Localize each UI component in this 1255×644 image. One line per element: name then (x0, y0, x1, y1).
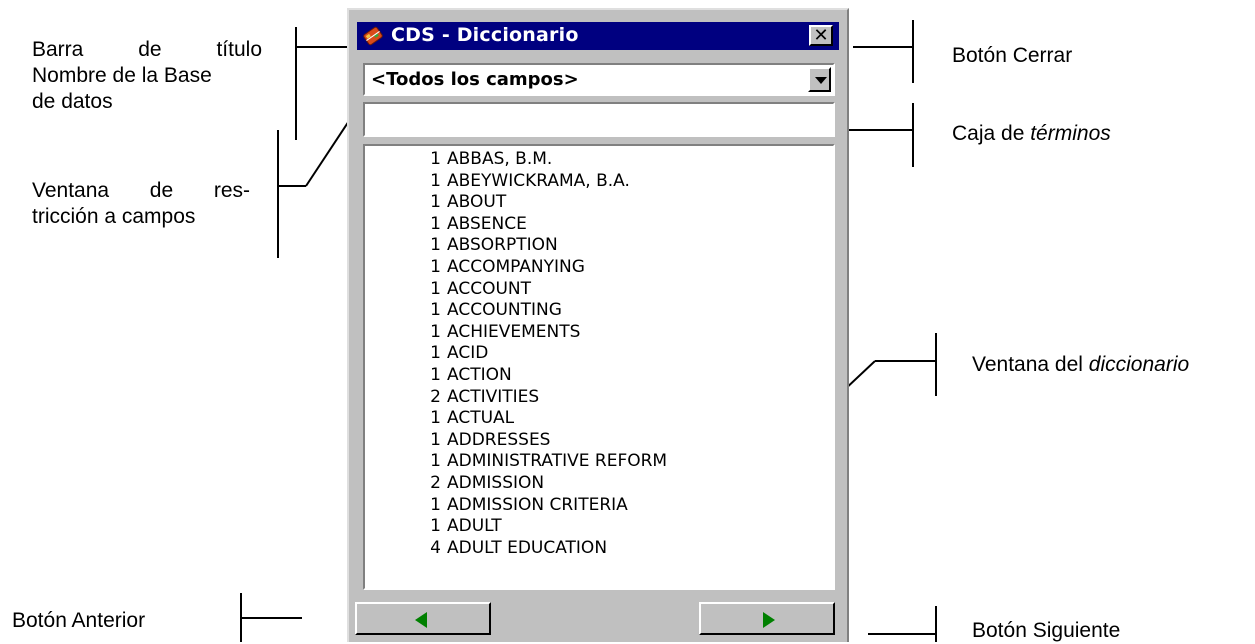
dictionary-item-term: ACCOMPANYING (447, 256, 585, 277)
dictionary-item[interactable]: 4 ADULT EDUCATION (365, 538, 833, 560)
dictionary-item-term: ABEYWICKRAMA, B.A. (447, 170, 630, 191)
dictionary-dialog: CDS - Diccionario ✕ <Todos los campos> 1… (347, 8, 849, 642)
dictionary-item-count: 4 (430, 537, 441, 558)
dictionary-item[interactable]: 1 ADMINISTRATIVE REFORM (365, 451, 833, 473)
dictionary-item-term: ADMISSION (447, 472, 545, 493)
field-select-dropdown-button[interactable] (808, 67, 831, 92)
dictionary-item[interactable]: 1 ABEYWICKRAMA, B.A. (365, 171, 833, 193)
dictionary-item-count: 2 (430, 472, 441, 493)
chevron-down-icon (815, 77, 827, 84)
dictionary-item[interactable]: 1 ADDRESSES (365, 430, 833, 452)
dictionary-item-count: 1 (430, 364, 441, 385)
dictionary-item-count: 1 (430, 451, 441, 472)
dictionary-item-count: 1 (430, 343, 441, 364)
dictionary-item-term: ABSENCE (447, 213, 527, 234)
dictionary-item[interactable]: 1 ABSORPTION (365, 235, 833, 257)
dictionary-item[interactable]: 1 ACCOUNTING (365, 300, 833, 322)
close-button[interactable]: ✕ (809, 25, 833, 46)
dictionary-item-count: 1 (430, 256, 441, 277)
dictionary-item-term: ACHIEVEMENTS (447, 321, 581, 342)
window-title: CDS - Diccionario (391, 24, 579, 46)
close-icon: ✕ (813, 25, 829, 46)
dictionary-item-term: ADMINISTRATIVE REFORM (447, 451, 668, 472)
dictionary-item[interactable]: 2 ACTIVITIES (365, 387, 833, 409)
dictionary-item[interactable]: 1 ACCOUNT (365, 279, 833, 301)
dictionary-item-term: ABSORPTION (447, 235, 558, 256)
dictionary-item-count: 1 (430, 278, 441, 299)
arrow-left-icon (415, 612, 427, 628)
dictionary-item[interactable]: 1 ADULT (365, 516, 833, 538)
dictionary-item-term: ADDRESSES (447, 429, 551, 450)
dictionary-item-term: ACCOUNT (447, 278, 531, 299)
next-button[interactable] (699, 602, 835, 635)
arrow-right-icon (763, 612, 775, 628)
title-bar[interactable]: CDS - Diccionario ✕ (357, 22, 839, 50)
dictionary-item-term: ADMISSION CRITERIA (447, 494, 628, 515)
dictionary-item[interactable]: 1 ACTION (365, 365, 833, 387)
dictionary-list[interactable]: 1 ABBAS, B.M. 1 ABEYWICKRAMA, B.A. 1 ABOUT 1 AB… (363, 144, 835, 590)
dictionary-item-count: 1 (430, 300, 441, 321)
dictionary-item-count: 1 (430, 408, 441, 429)
app-icon (363, 26, 383, 46)
terms-input[interactable] (363, 102, 835, 137)
dictionary-item-count: 1 (430, 494, 441, 515)
dictionary-item-count: 1 (430, 213, 441, 234)
dictionary-item[interactable]: 1 ABOUT (365, 192, 833, 214)
dictionary-item-count: 1 (430, 149, 441, 169)
dictionary-item-term: ABBAS, B.M. (447, 149, 553, 169)
previous-button[interactable] (355, 602, 491, 635)
dictionary-item-term: ADULT (447, 516, 502, 537)
dictionary-item[interactable]: 1 ACID (365, 343, 833, 365)
dictionary-item-term: ACCOUNTING (447, 300, 562, 321)
dictionary-item-count: 1 (430, 170, 441, 191)
dictionary-item[interactable]: 1 ADMISSION CRITERIA (365, 495, 833, 517)
dictionary-item-term: ACTUAL (447, 408, 515, 429)
dictionary-item-term: ACTION (447, 364, 512, 385)
dictionary-item-count: 1 (430, 321, 441, 342)
dictionary-item-count: 1 (430, 235, 441, 256)
dictionary-item[interactable]: 2 ADMISSION (365, 473, 833, 495)
dictionary-item[interactable]: 1 ABSENCE (365, 214, 833, 236)
dictionary-item[interactable]: 1 ABBAS, B.M. (365, 149, 833, 171)
dictionary-items: 1 ABBAS, B.M. 1 ABEYWICKRAMA, B.A. 1 ABOUT 1 AB… (365, 146, 833, 559)
dictionary-item[interactable]: 1 ACCOMPANYING (365, 257, 833, 279)
dictionary-item-count: 1 (430, 429, 441, 450)
dictionary-item[interactable]: 1 ACTUAL (365, 408, 833, 430)
field-restriction-select[interactable]: <Todos los campos> (363, 63, 835, 96)
dictionary-item-term: ACTIVITIES (447, 386, 540, 407)
dictionary-item-term: ADULT EDUCATION (447, 537, 608, 558)
dictionary-item-count: 1 (430, 192, 441, 213)
dictionary-item-count: 2 (430, 386, 441, 407)
dictionary-item-count: 1 (430, 516, 441, 537)
dictionary-item-term: ABOUT (447, 192, 507, 213)
field-select-value: <Todos los campos> (371, 69, 579, 90)
dictionary-item[interactable]: 1 ACHIEVEMENTS (365, 322, 833, 344)
dictionary-item-term: ACID (447, 343, 489, 364)
